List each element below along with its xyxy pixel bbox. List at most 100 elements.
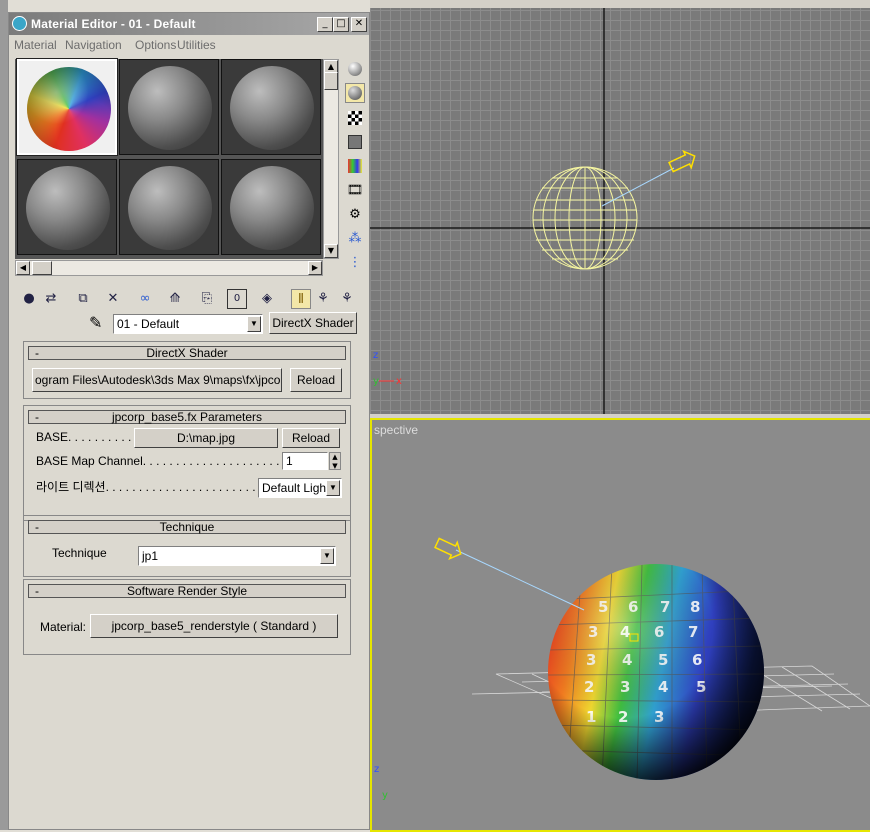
persp-axis-y: y — [382, 790, 388, 801]
persp-axis-z: z — [374, 764, 379, 775]
rollout-title: Technique — [159, 520, 215, 534]
viewport-top-border — [370, 0, 870, 8]
options-icon[interactable]: ⚙ — [345, 205, 365, 225]
top-viewport-canvas: z y x — [370, 0, 870, 416]
menu-bar: Material Navigation Options Utilities — [9, 35, 369, 55]
material-type-button[interactable]: DirectX Shader — [269, 312, 357, 334]
rollout-title: Software Render Style — [126, 584, 248, 598]
eyedropper-icon[interactable]: ✎ — [89, 313, 102, 332]
material-sphere-preview — [27, 67, 111, 151]
sample-slot-3[interactable] — [221, 59, 321, 155]
material-name-value: 01 - Default — [117, 317, 180, 331]
rollout-directx-shader: - DirectX Shader ogram Files\Autodesk\3ds… — [23, 341, 351, 399]
shader-path-button[interactable]: ogram Files\Autodesk\3ds Max 9\maps\fx\j… — [32, 368, 282, 392]
material-map-navigator-icon[interactable]: ⋮ — [345, 253, 365, 273]
chevron-down-icon[interactable]: ▼ — [247, 316, 261, 332]
perspective-label[interactable]: spective — [374, 423, 418, 437]
rollout-title: DirectX Shader — [146, 346, 228, 360]
window-title: Material Editor - 01 - Default — [31, 17, 196, 31]
sample-slot-5[interactable] — [119, 159, 219, 255]
3ds-max-logo-icon[interactable] — [12, 16, 27, 31]
scroll-down-arrow-icon[interactable]: ▼ — [324, 244, 338, 258]
assign-to-selection-icon[interactable]: ⧉ — [73, 289, 93, 309]
render-style-material-button[interactable]: jpcorp_base5_renderstyle ( Standard ) — [90, 614, 338, 638]
menu-utilities[interactable]: Utilities — [177, 38, 216, 52]
sample-slot-6[interactable] — [221, 159, 321, 255]
light-direction-dropdown[interactable]: Default Light ▼ — [258, 478, 342, 498]
rollout-technique: - Technique Technique jp1 ▼ — [23, 515, 351, 577]
material-sphere-preview — [230, 66, 314, 150]
scroll-left-arrow-icon[interactable]: ◀ — [16, 261, 30, 275]
rollout-parameters: - jpcorp_base5.fx Parameters BASE. . . . … — [23, 405, 351, 521]
rollout-header[interactable]: - jpcorp_base5.fx Parameters — [28, 410, 346, 424]
show-end-result-icon[interactable]: ◈ — [257, 289, 277, 309]
scroll-thumb-h[interactable] — [32, 261, 52, 275]
chevron-down-icon[interactable]: ▼ — [326, 480, 340, 496]
rollout-header[interactable]: - DirectX Shader — [28, 346, 346, 360]
show-map-in-viewport-icon[interactable]: 0 — [227, 289, 247, 309]
material-editor-window[interactable]: Material Editor - 01 - Default _ □ ✕ Mat… — [8, 12, 370, 830]
left-viewport-edge — [0, 0, 8, 830]
sample-slots — [15, 58, 323, 259]
rollout-title: jpcorp_base5.fx Parameters — [111, 410, 263, 424]
backlight-icon[interactable] — [345, 83, 365, 103]
material-sphere-preview — [230, 166, 314, 250]
reload-shader-button[interactable]: Reload — [290, 368, 342, 392]
light-direction-value: Default Light — [262, 481, 330, 495]
chevron-down-icon[interactable]: ▼ — [320, 548, 334, 564]
material-effects-channel-icon[interactable]: ⎘ — [197, 289, 217, 309]
background-checker-icon[interactable] — [345, 108, 365, 128]
wireframe-sphere[interactable] — [532, 166, 638, 270]
rollout-software-render-style: - Software Render Style Material: jpcorp_… — [23, 579, 351, 655]
map-channel-spinner[interactable]: 1 — [282, 452, 328, 470]
put-to-scene-icon[interactable]: ⇄ — [41, 289, 61, 309]
rollout-header[interactable]: - Software Render Style — [28, 584, 346, 598]
make-unique-icon[interactable]: ∞ — [135, 289, 155, 309]
perspective-viewport[interactable]: 5678 3467 3456 2345 123 spective z y — [370, 418, 870, 832]
top-axis-y: y — [373, 376, 379, 387]
scroll-thumb[interactable] — [324, 72, 338, 90]
scroll-right-arrow-icon[interactable]: ▶ — [308, 261, 322, 275]
technique-dropdown[interactable]: jp1 ▼ — [138, 546, 336, 566]
material-label: Material: — [40, 620, 87, 634]
top-axis-z: z — [373, 350, 378, 361]
get-material-icon[interactable]: ● — [19, 289, 39, 309]
sample-slot-4[interactable] — [17, 159, 117, 255]
perspective-light-icon[interactable] — [433, 535, 464, 562]
reset-map-icon[interactable]: ✕ — [103, 289, 123, 309]
sample-slot-1[interactable] — [16, 58, 118, 156]
base-reload-button[interactable]: Reload — [282, 428, 340, 448]
technique-value: jp1 — [142, 549, 159, 563]
sample-uv-tiling-icon[interactable] — [345, 132, 365, 152]
make-preview-icon[interactable]: 🎞 — [345, 181, 365, 201]
spinner-arrows-icon[interactable]: ▲ ▼ — [329, 452, 341, 470]
rollout-header[interactable]: - Technique — [28, 520, 346, 534]
slots-vertical-scrollbar[interactable]: ▲ ▼ — [323, 59, 339, 259]
technique-label: Technique — [52, 546, 107, 560]
select-by-material-icon[interactable]: ⁂ — [345, 229, 365, 249]
pick-material-from-object-icon[interactable]: ⚘ — [337, 289, 357, 309]
top-axis-x: x — [396, 376, 402, 387]
light-direction-label: 라이트 디렉션. . . . . . . . . . . . . . . . .… — [36, 480, 263, 494]
top-viewport[interactable]: z y x — [370, 0, 870, 416]
slots-horizontal-scrollbar[interactable]: ◀ ▶ — [15, 260, 323, 276]
video-color-check-icon[interactable] — [345, 156, 365, 176]
base-map-button[interactable]: D:\map.jpg — [134, 428, 278, 448]
textured-sphere[interactable]: 5678 3467 3456 2345 123 — [548, 564, 764, 780]
sample-slot-2[interactable] — [119, 59, 219, 155]
menu-options[interactable]: Options — [135, 38, 176, 52]
directional-light-icon[interactable] — [667, 148, 698, 175]
material-name-field[interactable]: 01 - Default ▼ — [113, 314, 263, 334]
title-bar[interactable]: Material Editor - 01 - Default _ □ ✕ — [9, 13, 369, 35]
go-forward-to-sibling-icon[interactable]: ⚘ — [313, 289, 333, 309]
sample-type-sphere-icon[interactable] — [345, 59, 365, 79]
perspective-canvas: 5678 3467 3456 2345 123 spective z y — [374, 423, 870, 801]
close-button[interactable]: ✕ — [351, 17, 367, 32]
minimize-button[interactable]: _ — [317, 17, 333, 32]
put-to-library-icon[interactable]: ⟰ — [165, 289, 185, 309]
menu-material[interactable]: Material — [14, 38, 57, 52]
go-to-parent-icon[interactable]: ⫴ — [291, 289, 311, 309]
maximize-button[interactable]: □ — [333, 17, 349, 32]
map-channel-label: BASE Map Channel. . . . . . . . . . . . … — [36, 454, 293, 468]
menu-navigation[interactable]: Navigation — [65, 38, 122, 52]
